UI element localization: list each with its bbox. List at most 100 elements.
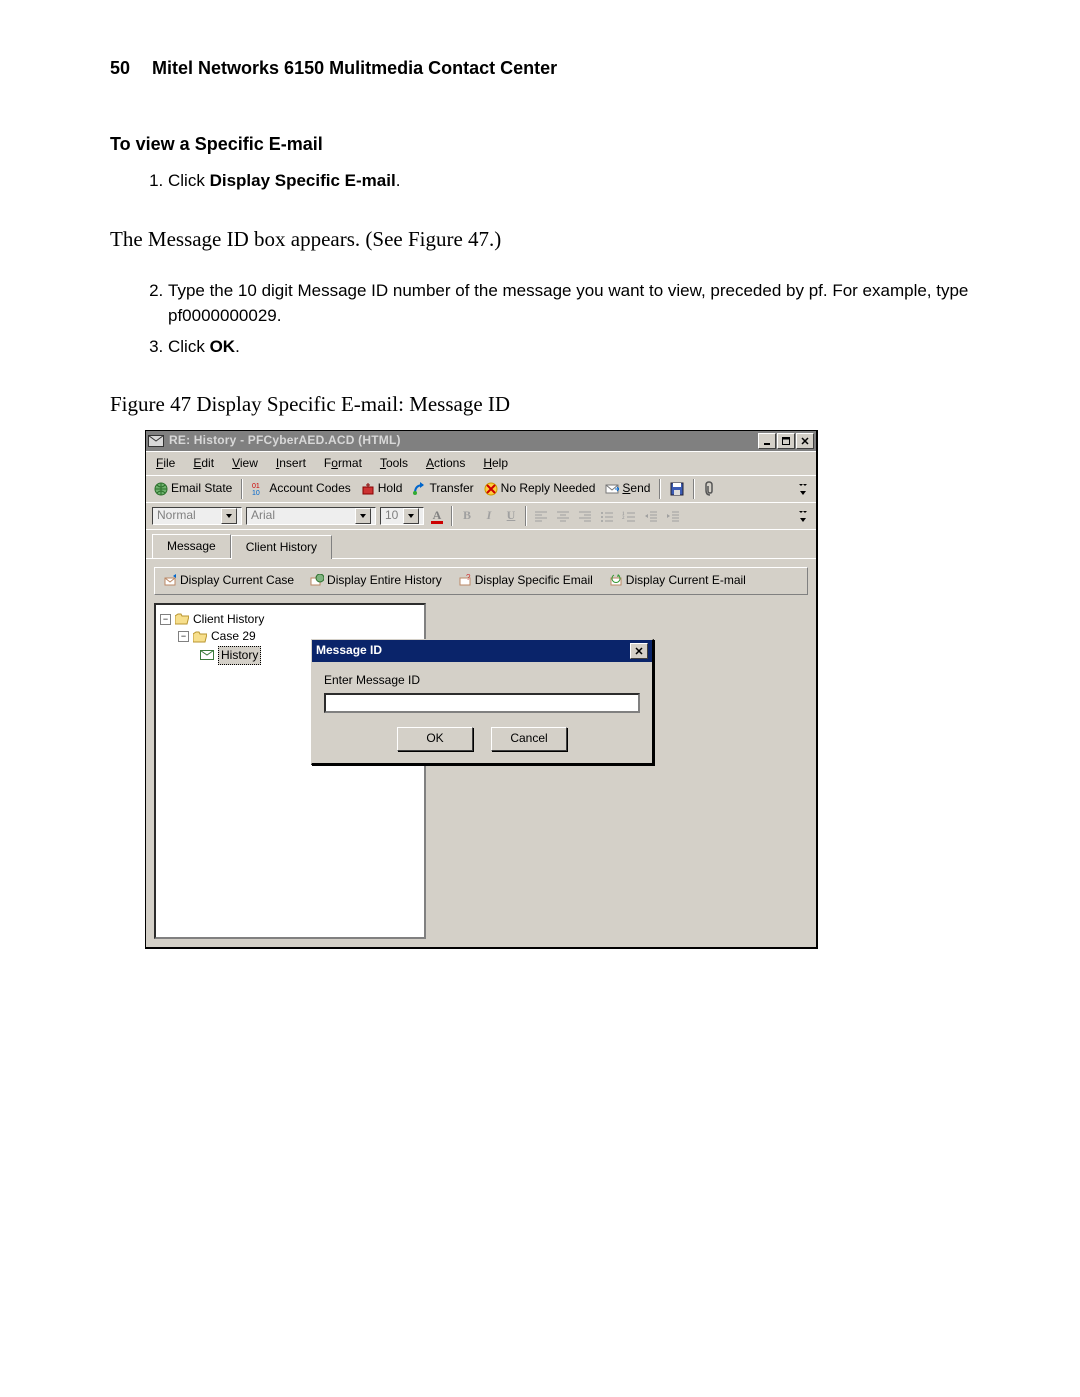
no-reply-icon xyxy=(484,482,498,496)
separator xyxy=(525,506,527,526)
step-3-suffix: . xyxy=(235,337,240,356)
window-controls xyxy=(758,433,814,449)
steps-list-1: Click Display Specific E-mail. xyxy=(168,169,970,194)
tab-bar: Message Client History xyxy=(146,529,816,558)
tab-client-history[interactable]: Client History xyxy=(231,535,332,559)
menu-tools[interactable]: Tools xyxy=(376,454,412,473)
minimize-button[interactable] xyxy=(758,433,776,449)
menu-view[interactable]: View xyxy=(228,454,262,473)
step-1-bold: Display Specific E-mail xyxy=(210,171,396,190)
tree-history-label: History xyxy=(218,646,261,665)
display-current-case-label: Display Current Case xyxy=(180,572,294,589)
size-value: 10 xyxy=(385,507,398,524)
maximize-button[interactable] xyxy=(777,433,795,449)
account-codes-label: Account Codes xyxy=(269,480,350,497)
underline-button[interactable]: U xyxy=(502,507,520,525)
tree-collapse-icon[interactable]: − xyxy=(160,614,171,625)
style-combo[interactable]: Normal xyxy=(152,507,242,525)
align-center-button[interactable] xyxy=(554,507,572,525)
bullets-button[interactable] xyxy=(598,507,616,525)
dialog-buttons: OK Cancel xyxy=(324,727,640,751)
style-value: Normal xyxy=(157,507,196,524)
transfer-button[interactable]: Transfer xyxy=(410,480,475,497)
step-2: Type the 10 digit Message ID number of t… xyxy=(168,279,970,328)
cancel-button[interactable]: Cancel xyxy=(491,727,567,751)
display-current-email-button[interactable]: Display Current E-mail xyxy=(607,572,748,589)
toolbar-separator xyxy=(659,479,661,499)
close-button[interactable] xyxy=(796,433,814,449)
mail-arrow-icon xyxy=(163,574,177,588)
floppy-icon xyxy=(670,482,684,496)
font-combo[interactable]: Arial xyxy=(246,507,376,525)
dialog-label: Enter Message ID xyxy=(324,672,640,689)
display-specific-email-button[interactable]: ? Display Specific Email xyxy=(456,572,595,589)
paperclip-icon xyxy=(704,481,716,497)
align-left-button[interactable] xyxy=(532,507,550,525)
dialog-close-button[interactable] xyxy=(630,643,648,659)
step-3: Click OK. xyxy=(168,335,970,360)
chevron-double-icon xyxy=(798,482,808,496)
mail-refresh-icon xyxy=(609,574,623,588)
italic-button[interactable]: I xyxy=(480,507,498,525)
transfer-icon xyxy=(412,482,426,496)
save-button[interactable] xyxy=(668,482,686,496)
separator xyxy=(451,506,453,526)
account-codes-button[interactable]: 0110 Account Codes xyxy=(250,480,352,497)
menu-edit[interactable]: Edit xyxy=(189,454,218,473)
attach-button[interactable] xyxy=(702,481,718,497)
dialog-title: Message ID xyxy=(316,642,630,659)
svg-text:10: 10 xyxy=(252,490,260,496)
display-entire-history-label: Display Entire History xyxy=(327,572,442,589)
history-toolbar: Display Current Case Display Entire Hist… xyxy=(154,567,808,594)
menu-actions[interactable]: Actions xyxy=(422,454,469,473)
page-title: Mitel Networks 6150 Mulitmedia Contact C… xyxy=(152,58,557,78)
numbering-button[interactable]: 12 xyxy=(620,507,638,525)
steps-list-2: Type the 10 digit Message ID number of t… xyxy=(168,279,970,359)
menu-help[interactable]: Help xyxy=(479,454,512,473)
hold-button[interactable]: Hold xyxy=(359,480,405,497)
step-3-prefix: Click xyxy=(168,337,210,356)
size-combo[interactable]: 10 xyxy=(380,507,424,525)
step-1-suffix: . xyxy=(396,171,401,190)
mail-globe-icon xyxy=(310,574,324,588)
hold-label: Hold xyxy=(378,480,403,497)
align-right-button[interactable] xyxy=(576,507,594,525)
menu-file[interactable]: File xyxy=(152,454,179,473)
mail-question-icon: ? xyxy=(458,574,472,588)
menu-insert[interactable]: Insert xyxy=(272,454,310,473)
toolbar-main: Email State 0110 Account Codes Hold Tran… xyxy=(146,475,816,502)
paragraph-1: The Message ID box appears. (See Figure … xyxy=(110,224,970,254)
message-id-dialog: Message ID Enter Message ID OK Cancel xyxy=(311,639,654,765)
envelope-icon xyxy=(148,434,164,448)
step-1: Click Display Specific E-mail. xyxy=(168,169,970,194)
page-header: 50Mitel Networks 6150 Mulitmedia Contact… xyxy=(110,55,970,81)
ok-button[interactable]: OK xyxy=(397,727,473,751)
email-state-button[interactable]: Email State xyxy=(152,480,234,497)
message-id-input[interactable] xyxy=(324,693,640,713)
display-entire-history-button[interactable]: Display Entire History xyxy=(308,572,444,589)
bold-button[interactable]: B xyxy=(458,507,476,525)
menu-format[interactable]: Format xyxy=(320,454,366,473)
indent-button[interactable] xyxy=(664,507,682,525)
send-button[interactable]: Send xyxy=(603,480,652,497)
toolbar-separator xyxy=(693,479,695,499)
figure-caption: Figure 47 Display Specific E-mail: Messa… xyxy=(110,389,970,419)
section-title: To view a Specific E-mail xyxy=(110,131,970,157)
display-current-case-button[interactable]: Display Current Case xyxy=(161,572,296,589)
tab-message[interactable]: Message xyxy=(152,534,231,558)
outdent-button[interactable] xyxy=(642,507,660,525)
tree-collapse-icon[interactable]: − xyxy=(178,631,189,642)
svg-text:01: 01 xyxy=(252,483,260,490)
tree-root-label: Client History xyxy=(193,611,264,628)
format-overflow[interactable] xyxy=(796,509,810,523)
send-icon xyxy=(605,483,619,495)
chevron-double-icon xyxy=(798,509,808,523)
toolbar-overflow[interactable] xyxy=(796,482,810,496)
font-color-button[interactable]: A xyxy=(428,507,446,525)
no-reply-button[interactable]: No Reply Needed xyxy=(482,480,598,497)
document-page: 50Mitel Networks 6150 Mulitmedia Contact… xyxy=(0,0,1080,1397)
svg-text:2: 2 xyxy=(622,516,625,521)
window-title: RE: History - PFCyberAED.ACD (HTML) xyxy=(169,432,758,449)
tree-root[interactable]: − Client History xyxy=(160,611,420,628)
binary-icon: 0110 xyxy=(252,482,266,496)
